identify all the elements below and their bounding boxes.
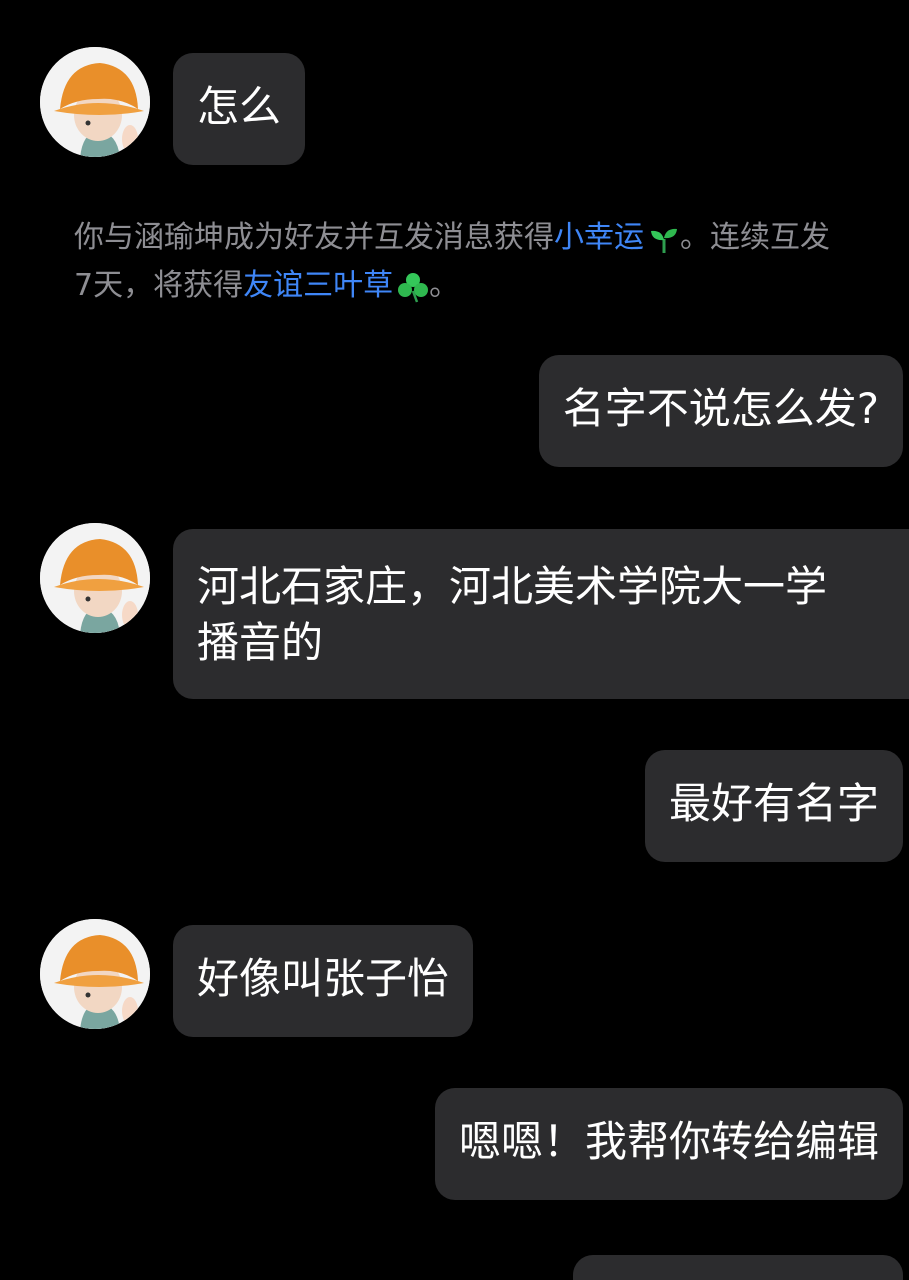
contact-avatar[interactable] (40, 919, 150, 1029)
contact-avatar[interactable] (40, 47, 150, 157)
system-notice-line-2: 7天，将获得友谊三叶草。 (74, 268, 460, 303)
message-text-line-1: 河北石家庄，河北美术学院大一学 (197, 562, 828, 611)
message-text: 名字不说怎么发? (562, 384, 879, 433)
message-bubble-incoming[interactable]: 好像叫张子怡 (173, 925, 474, 1037)
message-text: 怎么 (197, 82, 282, 131)
message-text-line-2: 播音的 (197, 618, 324, 667)
message-bubble-outgoing[interactable]: 最好有名字 (644, 750, 903, 862)
contact-avatar[interactable] (40, 523, 150, 633)
message-text: 最好有名字 (668, 779, 879, 828)
system-notice-line-1: 你与涵瑜坤成为好友并互发消息获得小幸运 。连续互发 (74, 220, 830, 255)
message-bubble-outgoing[interactable]: 嗯嗯！我帮你转给编辑 (434, 1088, 903, 1200)
message-bubble-outgoing[interactable]: 名字不说怎么发? (538, 355, 903, 467)
message-bubble-incoming[interactable]: 怎么 (173, 53, 306, 165)
system-notice: 你与涵瑜坤成为好友并互发消息获得小幸运 。连续互发 7天，将获得友谊三叶草。 (74, 214, 909, 310)
clover-icon (397, 270, 429, 303)
clover-link[interactable]: 友谊三叶草 (243, 268, 393, 303)
lucky-link[interactable]: 小幸运 (554, 220, 644, 255)
message-text: 好像叫张子怡 (197, 954, 450, 1003)
message-bubble-outgoing-partial[interactable] (573, 1255, 903, 1280)
sprout-icon (648, 222, 680, 254)
message-bubble-incoming[interactable]: 河北石家庄，河北美术学院大一学 播音的 (173, 529, 909, 699)
message-text: 嗯嗯！我帮你转给编辑 (458, 1117, 879, 1166)
